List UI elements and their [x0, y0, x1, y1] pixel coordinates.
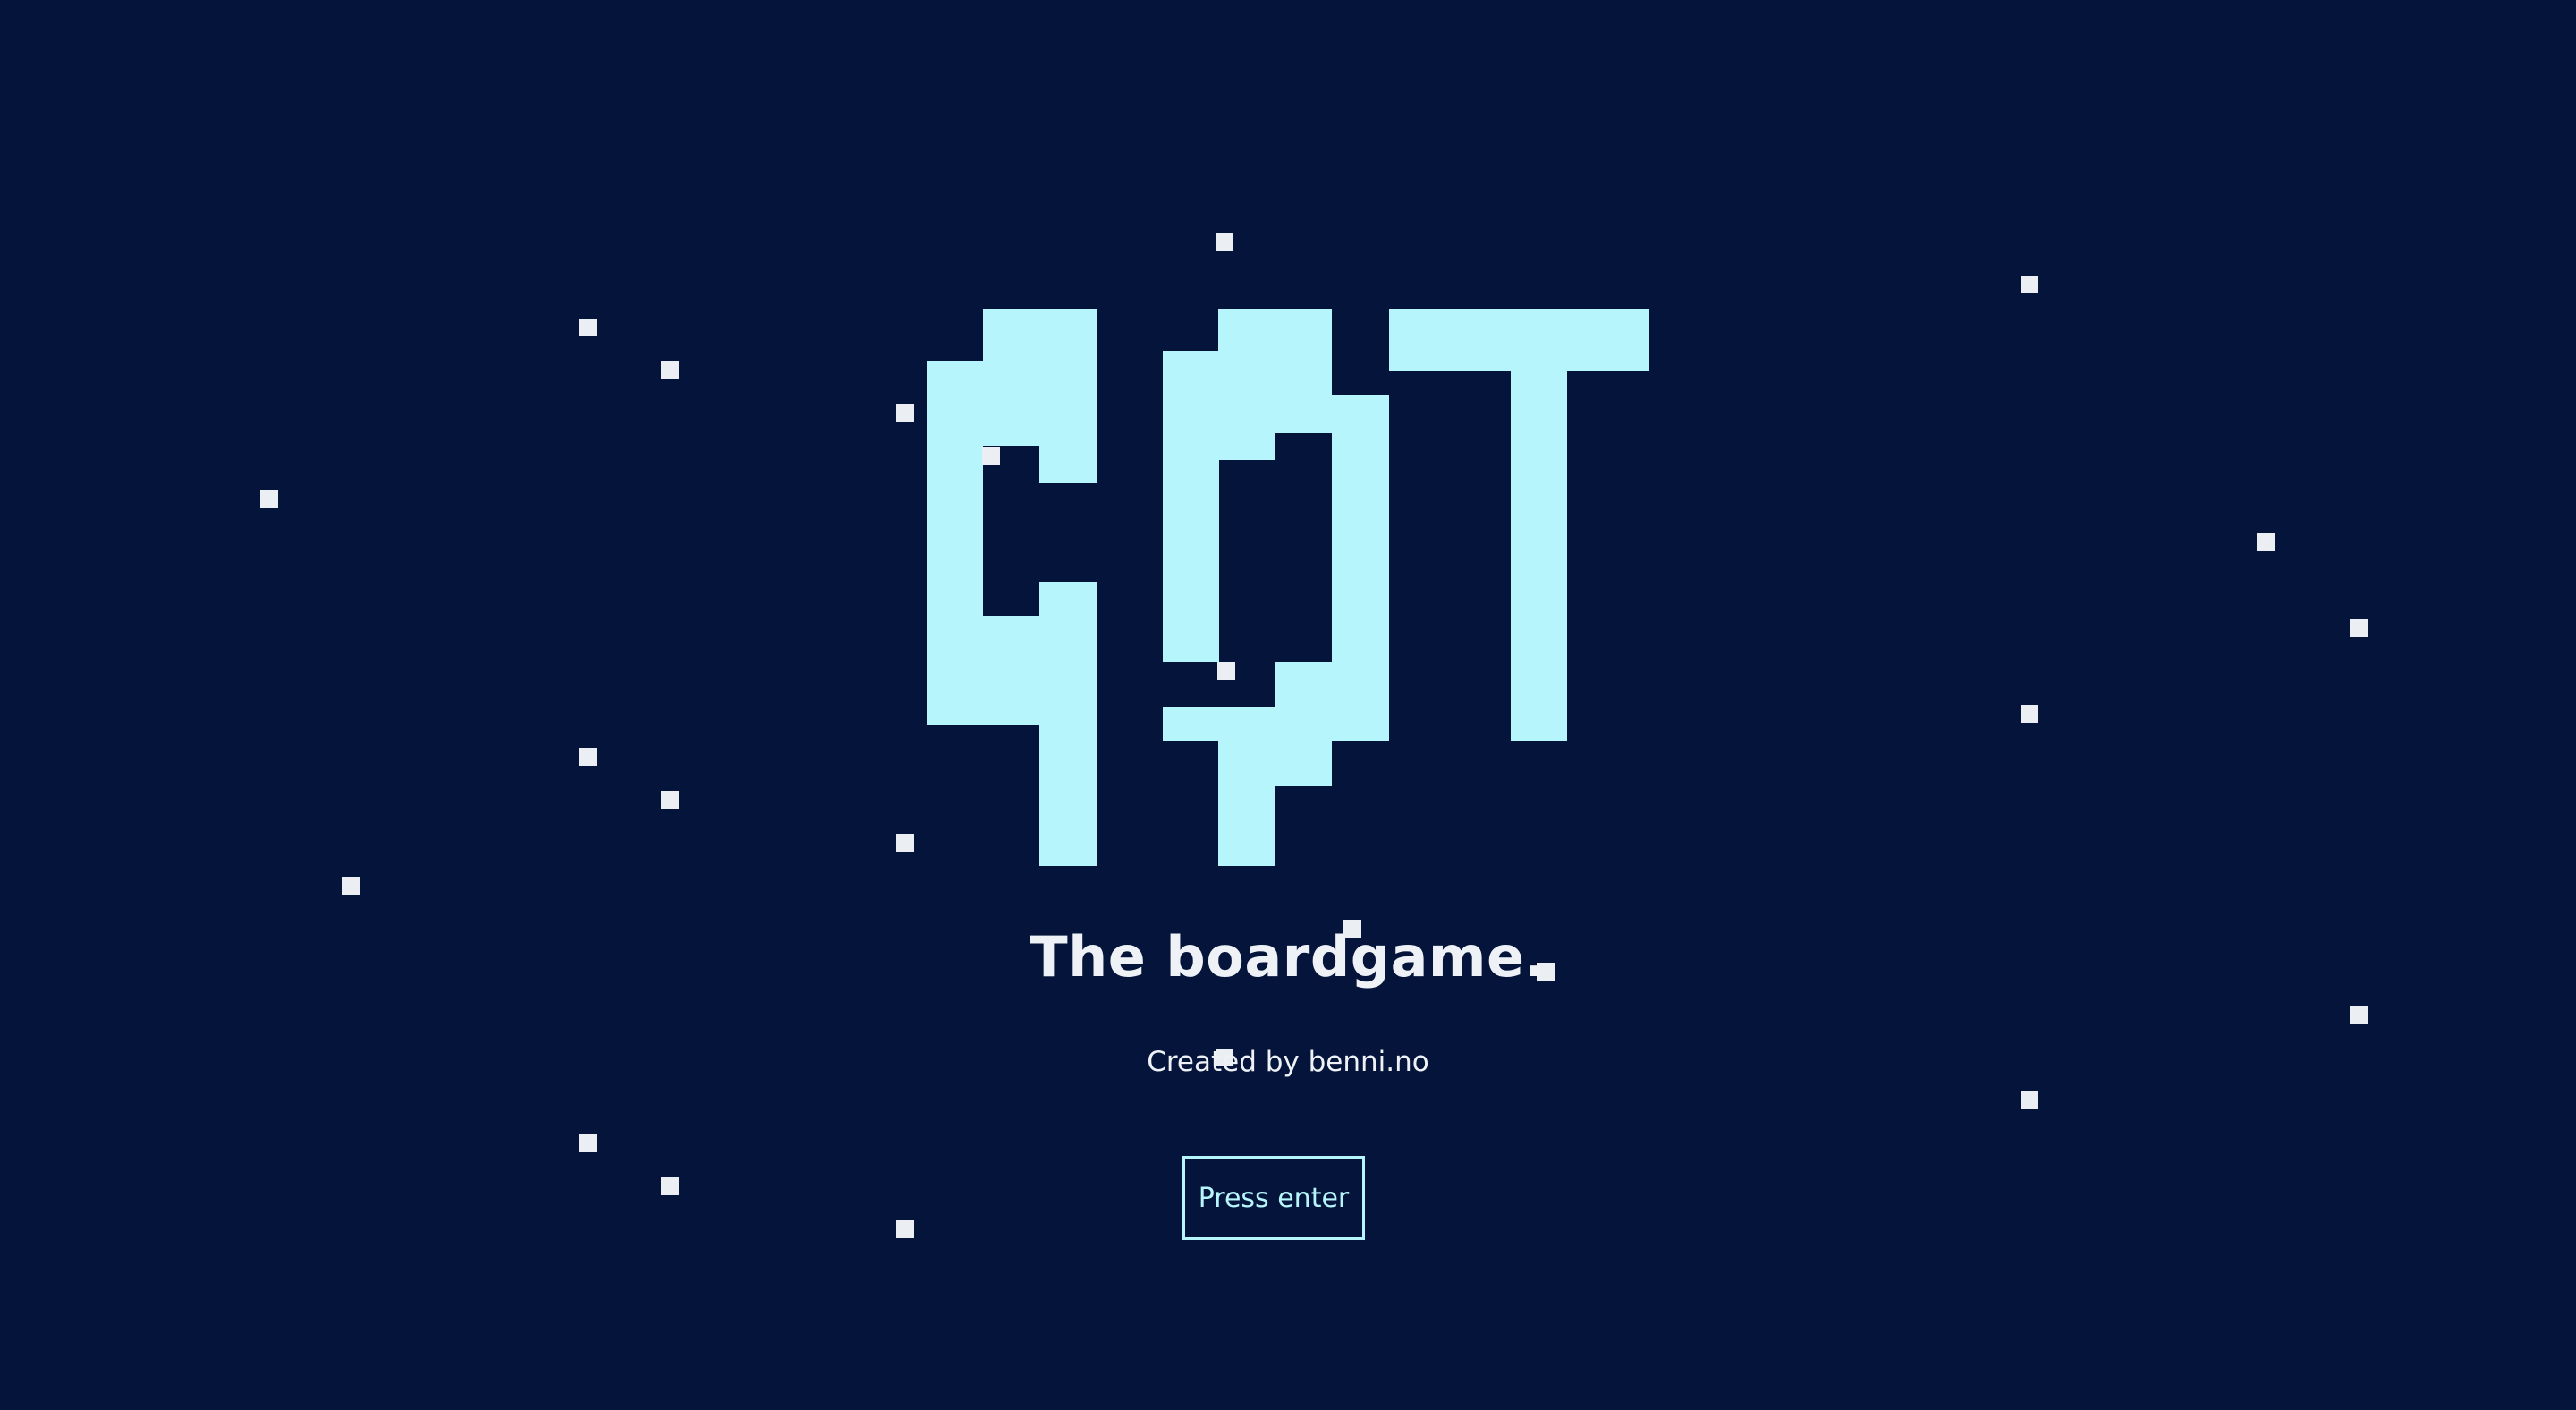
- particle: [2350, 1006, 2368, 1024]
- credit-text: Created by benni.no: [1147, 1046, 1429, 1078]
- title-screen: The boardgame. Created by benni.no Press…: [0, 0, 2576, 1410]
- logo-q-segment: [1275, 662, 1389, 707]
- logo-c-segment: [1039, 446, 1097, 483]
- particle: [2257, 533, 2275, 551]
- particle: [896, 834, 914, 852]
- particle: [579, 1134, 597, 1152]
- particle: [896, 404, 914, 422]
- particle: [661, 361, 679, 379]
- logo-c-segment: [927, 446, 983, 616]
- logo-t-stem: [1511, 371, 1567, 741]
- particle: [579, 319, 597, 336]
- particle: [982, 447, 1000, 465]
- particle: [896, 1220, 914, 1238]
- logo-t-crossbar: [1389, 309, 1649, 371]
- logo-q-segment: [1218, 309, 1332, 351]
- logo-q-segment: [1332, 433, 1389, 460]
- press-enter-button[interactable]: Press enter: [1182, 1156, 1365, 1240]
- logo-c-segment: [1039, 582, 1097, 616]
- logo-c-segment: [1039, 725, 1097, 866]
- particle: [260, 490, 278, 508]
- tagline: The boardgame.: [1030, 924, 1546, 990]
- logo-c-segment: [927, 616, 1097, 725]
- particle: [661, 791, 679, 809]
- logo-q-segment: [1218, 786, 1275, 866]
- particle: [661, 1177, 679, 1195]
- logo-q-segment: [1163, 460, 1219, 662]
- particle: [2021, 1091, 2038, 1109]
- particle: [2021, 276, 2038, 293]
- particle: [2350, 619, 2368, 637]
- logo-c-segment: [983, 309, 1097, 361]
- particle: [1217, 662, 1235, 680]
- logo-q-segment: [1332, 460, 1389, 662]
- logo-text: CQT: [0, 0, 1, 1]
- particle: [342, 877, 360, 895]
- logo-q-segment: [1163, 395, 1389, 433]
- logo-q-segment: [1218, 741, 1332, 786]
- particle: [2021, 705, 2038, 723]
- particle: [579, 748, 597, 766]
- logo-q-segment: [1163, 351, 1332, 395]
- logo-q-segment: [1163, 433, 1275, 460]
- particle: [1216, 233, 1233, 251]
- logo-q-segment: [1163, 707, 1389, 741]
- logo-c-segment: [927, 361, 1097, 446]
